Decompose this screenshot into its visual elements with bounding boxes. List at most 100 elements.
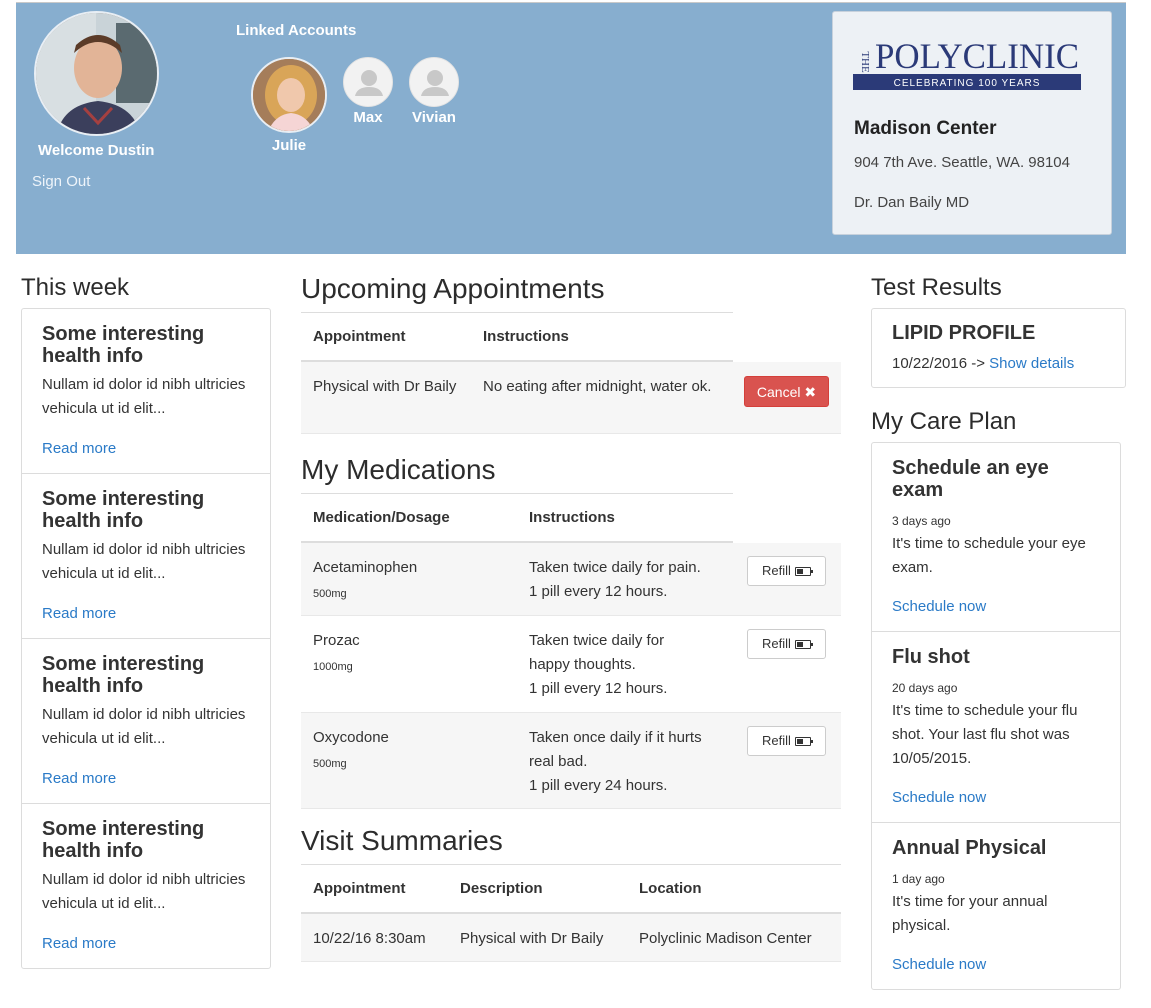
visits-table: Appointment Description Location 10/22/1… (301, 864, 841, 964)
refill-button[interactable]: Refill (747, 726, 826, 756)
visits-title: Visit Summaries (301, 825, 503, 856)
schedule-now-link[interactable]: Schedule now (892, 789, 986, 806)
table-row: Acetaminophen 500mg Taken twice daily fo… (301, 543, 841, 616)
header-banner: Welcome Dustin Sign Out Linked Accounts … (16, 2, 1126, 254)
list-item: Some interesting health info Nullam id d… (22, 309, 270, 474)
battery-icon (794, 640, 813, 649)
medication-dose: 500mg (313, 588, 347, 600)
read-more-link[interactable]: Read more (42, 605, 116, 622)
table-header: Medication/Dosage Instructions (301, 493, 733, 543)
user-placeholder-icon (343, 57, 393, 107)
cancel-appointment-button[interactable]: Cancel ✖ (744, 376, 829, 407)
clinic-name: Madison Center (854, 118, 997, 139)
col-appointment: Appointment (313, 328, 406, 345)
item-title: Some interesting health info (42, 488, 205, 532)
julie-avatar (251, 57, 327, 133)
medication-dose: 1000mg (313, 661, 353, 673)
clinic-address: 904 7th Ave. Seattle, WA. 98104 (854, 154, 1070, 171)
item-title: Some interesting health info (42, 323, 205, 367)
item-title: Some interesting health info (42, 653, 205, 697)
medication-frequency: 1 pill every 24 hours. (529, 777, 668, 794)
care-title: Schedule an eye exam (892, 457, 1049, 501)
read-more-link[interactable]: Read more (42, 770, 116, 787)
linked-accounts-title: Linked Accounts (236, 22, 357, 39)
medication-dose: 500mg (313, 758, 347, 770)
care-ago: 20 days ago (892, 681, 958, 695)
medication-name: Oxycodone (313, 729, 389, 746)
refill-button[interactable]: Refill (747, 556, 826, 586)
refill-button[interactable]: Refill (747, 629, 826, 659)
col-appointment: Appointment (313, 880, 406, 897)
medication-instructions: Taken once daily if it hurts real bad. (529, 729, 702, 770)
schedule-now-link[interactable]: Schedule now (892, 598, 986, 615)
list-item: Schedule an eye exam 3 days ago It's tim… (872, 443, 1120, 632)
this-week-title: This week (21, 274, 130, 301)
medications-table: Medication/Dosage Instructions Acetamino… (301, 493, 841, 811)
visit-date: 10/22/16 8:30am (313, 930, 426, 947)
table-row: Physical with Dr Baily No eating after m… (301, 362, 841, 434)
appointment-cell: Physical with Dr Baily (313, 378, 457, 395)
medication-name: Prozac (313, 632, 360, 649)
test-results-card: LIPID PROFILE 10/22/2016 -> Show details (871, 308, 1126, 388)
table-row: 10/22/16 8:30am Physical with Dr Baily P… (301, 914, 841, 962)
medication-name: Acetaminophen (313, 559, 418, 576)
clinic-doctor: Dr. Dan Baily MD (854, 194, 970, 211)
schedule-now-link[interactable]: Schedule now (892, 956, 986, 973)
appointments-title: Upcoming Appointments (301, 273, 605, 304)
medication-frequency: 1 pill every 12 hours. (529, 680, 668, 697)
svg-text:THE: THE (859, 51, 871, 73)
col-instructions: Instructions (529, 509, 615, 526)
table-header: Appointment Description Location (301, 864, 841, 914)
test-date: 10/22/2016 -> (892, 355, 985, 372)
list-item: Flu shot 20 days ago It's time to schedu… (872, 632, 1120, 823)
test-date-line: 10/22/2016 -> Show details (892, 355, 1074, 372)
col-description: Description (460, 880, 543, 897)
battery-icon (794, 737, 813, 746)
item-title: Some interesting health info (42, 818, 205, 862)
care-body: It's time for your annual physical. (892, 893, 1048, 934)
item-body: Nullam id dolor id nibh ultricies vehicu… (42, 871, 246, 912)
table-row: Oxycodone 500mg Taken once daily if it h… (301, 713, 841, 809)
col-medication: Medication/Dosage (313, 509, 450, 526)
max-name: Max (353, 109, 383, 126)
welcome-text: Welcome Dustin (38, 142, 155, 159)
read-more-link[interactable]: Read more (42, 440, 116, 457)
julie-name: Julie (271, 137, 307, 154)
polyclinic-logo: THE POLYCLINIC CELEBRATING 100 YEARS (853, 36, 1081, 90)
care-ago: 3 days ago (892, 514, 951, 528)
col-instructions: Instructions (483, 328, 569, 345)
care-body: It's time to schedule your eye exam. (892, 535, 1086, 576)
care-title: Annual Physical (892, 837, 1047, 859)
vivian-name: Vivian (412, 109, 456, 126)
user-placeholder-icon (409, 57, 459, 107)
medication-frequency: 1 pill every 12 hours. (529, 583, 668, 600)
sign-out-link[interactable]: Sign Out (32, 173, 90, 190)
medication-instructions: Taken twice daily for pain. (529, 559, 701, 576)
item-body: Nullam id dolor id nibh ultricies vehicu… (42, 706, 246, 747)
table-header: Appointment Instructions (301, 312, 733, 362)
item-body: Nullam id dolor id nibh ultricies vehicu… (42, 541, 246, 582)
read-more-link[interactable]: Read more (42, 935, 116, 952)
linked-account-vivian[interactable]: Vivian (404, 57, 464, 126)
instructions-cell: No eating after midnight, water ok. (483, 378, 712, 395)
test-name: LIPID PROFILE (892, 322, 1036, 344)
care-plan-card: Schedule an eye exam 3 days ago It's tim… (871, 442, 1121, 990)
profile-avatar[interactable] (34, 11, 159, 136)
this-week-card: Some interesting health info Nullam id d… (21, 308, 271, 969)
medications-title: My Medications (301, 454, 496, 485)
profile-photo (36, 13, 157, 134)
show-details-link[interactable]: Show details (989, 355, 1074, 372)
battery-icon (794, 567, 813, 576)
linked-account-max[interactable]: Max (341, 57, 395, 126)
test-results-title: Test Results (871, 274, 1002, 301)
visit-location: Polyclinic Madison Center (639, 930, 812, 947)
col-location: Location (639, 880, 702, 897)
list-item: Annual Physical 1 day ago It's time for … (872, 823, 1120, 989)
care-ago: 1 day ago (892, 872, 945, 886)
svg-text:CELEBRATING 100 YEARS: CELEBRATING 100 YEARS (894, 78, 1041, 89)
visit-description: Physical with Dr Baily (460, 930, 604, 947)
appointments-table: Appointment Instructions Physical with D… (301, 312, 841, 435)
svg-text:POLYCLINIC: POLYCLINIC (875, 36, 1079, 76)
linked-account-julie[interactable]: Julie (250, 57, 328, 154)
list-item: Some interesting health info Nullam id d… (22, 474, 270, 639)
